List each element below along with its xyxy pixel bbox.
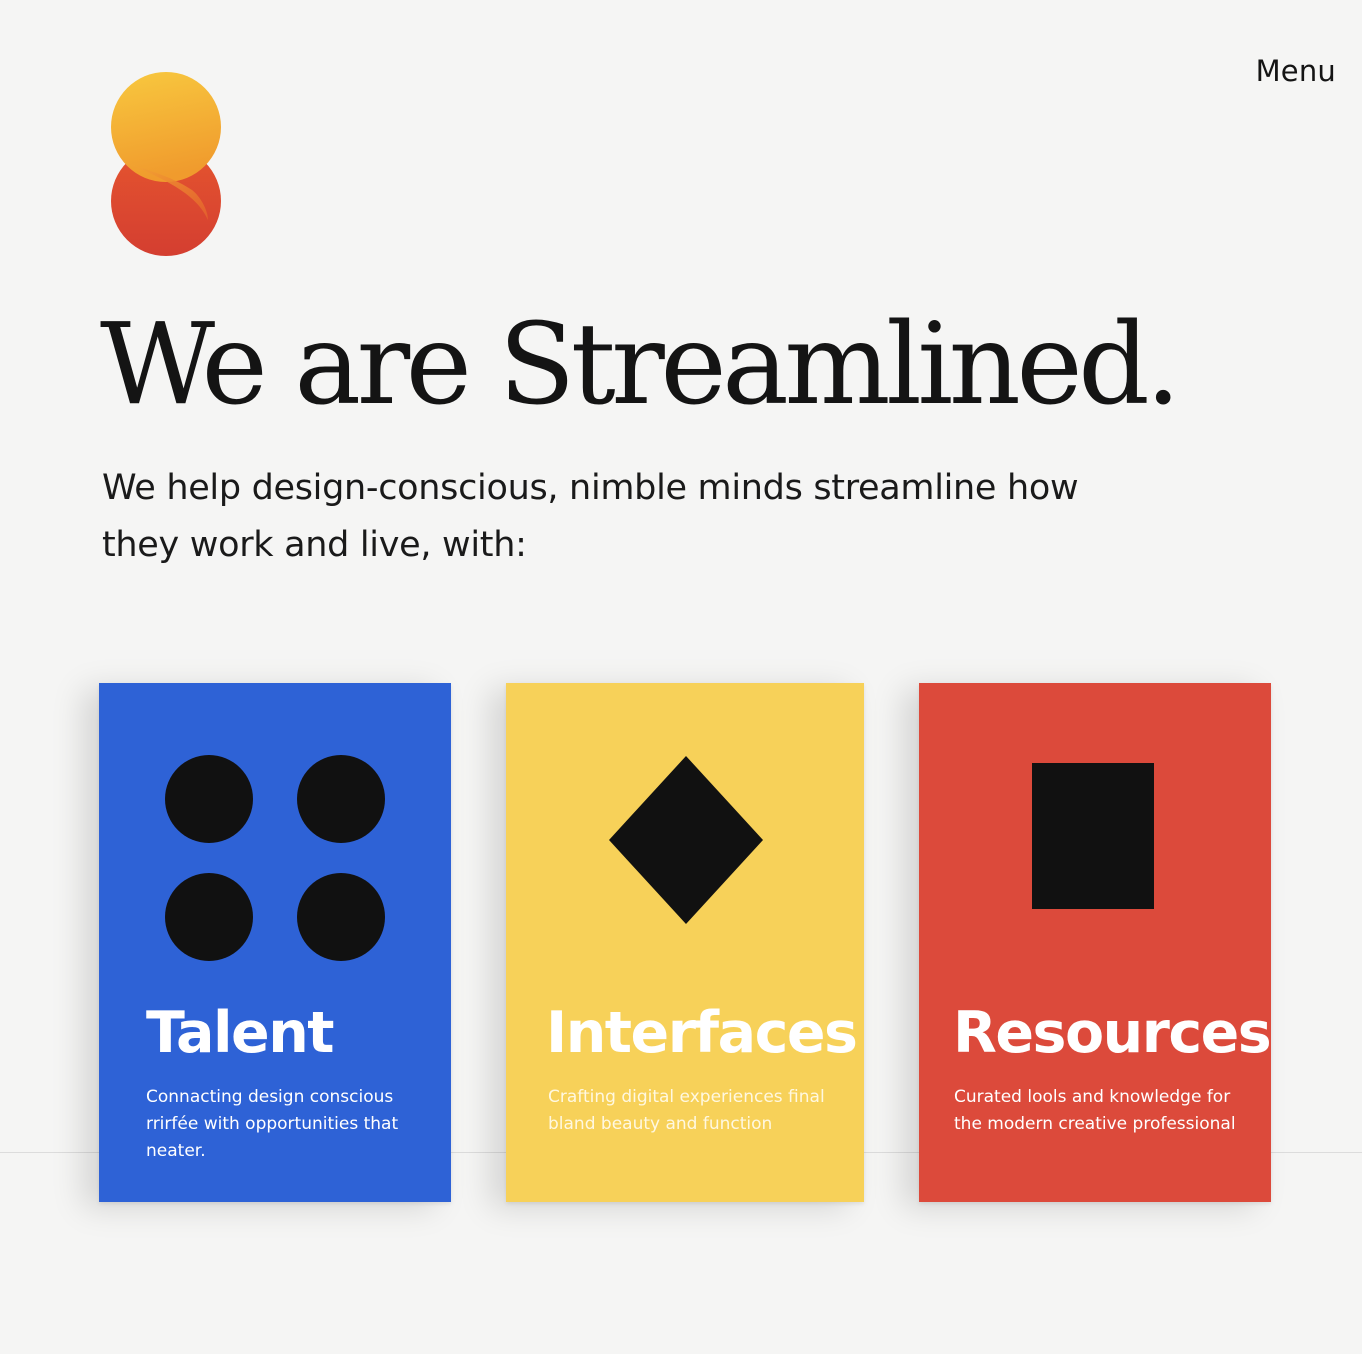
interfaces-card-title: Interfaces [546,1000,858,1066]
s-logo-icon[interactable] [108,70,224,258]
interfaces-card-description: Crafting digital experiences final bland… [548,1087,825,1134]
diamond-icon [609,756,763,924]
talent-card-title: Talent [146,1000,335,1066]
square-icon [1032,763,1154,909]
resources-card-title: Resources [953,1000,1272,1066]
four-dots-icon [165,755,385,961]
talent-card-description: Connacting design conscious rrirfée with… [146,1087,399,1161]
resources-card-description: Curated lools and knowledge for the mode… [954,1087,1236,1134]
intro-text: We help design-conscious, nimble minds s… [102,468,1079,565]
page-title: We are Streamlined. [100,300,1181,430]
menu-button[interactable]: Menu [1256,54,1336,88]
